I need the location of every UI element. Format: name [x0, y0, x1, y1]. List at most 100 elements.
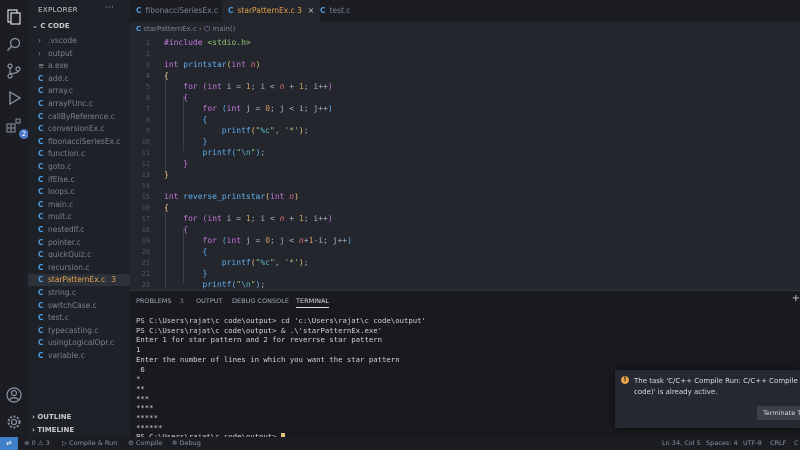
terminal-line-text: Enter 1 for star pattern and 2 for rever… [136, 335, 383, 345]
code-line[interactable]: int reverse_printstar(int n) [164, 192, 299, 201]
tree-item[interactable]: CusingLogicalOpr.c [28, 337, 130, 349]
terminate-task-button[interactable]: Terminate Ta [757, 406, 800, 420]
tree-item[interactable]: CnestedIf.c [28, 224, 130, 236]
code-line[interactable]: } [164, 159, 188, 168]
code-line[interactable]: { [164, 203, 169, 212]
cursor-position[interactable]: Ln 34, Col 5 [662, 437, 701, 450]
line-number: 15 [141, 193, 150, 201]
code-line[interactable]: for (int j = 0; j < n+1-i; j++) [164, 236, 352, 245]
tree-item[interactable]: Ctest.c [28, 312, 130, 324]
account-icon[interactable] [5, 386, 23, 404]
code-line[interactable]: int printstar(int n) [164, 60, 260, 69]
tab-terminal[interactable]: TERMINAL [296, 297, 330, 308]
tree-item[interactable]: Cloops.c [28, 186, 130, 198]
c-file-icon: C [38, 199, 44, 209]
tab-problems[interactable]: PROBLEMS 3 [136, 297, 184, 305]
notification-message-line2: code)' is already active. [634, 388, 718, 396]
tree-item[interactable]: CquickQuiz.c [28, 249, 130, 261]
tree-item[interactable]: › output [28, 48, 130, 60]
bug-icon: ✲ [172, 439, 180, 447]
code-line[interactable]: printf("\n"); [164, 280, 266, 289]
settings-gear-icon[interactable] [5, 413, 23, 431]
remote-icon[interactable]: ⇄ [0, 437, 18, 450]
debug-button[interactable]: ✲ Debug [172, 437, 201, 450]
eol-setting[interactable]: CRLF [770, 437, 786, 450]
tab-fibonacci[interactable]: CfibonacciSeriesEx.c [130, 0, 226, 22]
line-number: 23 [141, 281, 150, 289]
compile-run-button[interactable]: ▷ Compile & Run [62, 437, 117, 450]
compile-button[interactable]: ⚙ Compile [128, 437, 163, 450]
tab-test[interactable]: Ctest.c [314, 0, 370, 22]
tree-item[interactable]: › .vscode [28, 35, 130, 47]
c-file-icon: C [38, 288, 44, 297]
tab-starpattern[interactable]: CstarPatternEx.c 3 × [222, 0, 320, 22]
language-mode[interactable]: C [794, 437, 799, 450]
tree-item[interactable]: Crecursion.c [28, 262, 130, 274]
tree-item-label: array.c [48, 86, 74, 96]
tree-item-label: main.c [48, 199, 74, 209]
breadcrumb-symbol[interactable]: main() [212, 25, 235, 33]
indent-setting[interactable]: Spaces: 4 [706, 437, 738, 450]
code-line[interactable]: for (int j = 0; j < i; j++) [164, 104, 333, 113]
tree-item[interactable]: CswitchCase.c [28, 300, 130, 312]
tree-item[interactable]: CstarPatternEx.c 3 [28, 274, 130, 287]
terminal-line-text: ** [136, 383, 145, 393]
tree-item[interactable]: Cfunction.c [28, 148, 130, 160]
tree-item[interactable]: CifElse.c [28, 174, 130, 186]
tab-output[interactable]: OUTPUT [196, 297, 223, 305]
tree-item[interactable]: CconversionEx.c [28, 123, 130, 135]
tree-item[interactable]: Cstring.c [28, 287, 130, 299]
tree-item[interactable]: CarrayFUnc.c [28, 98, 130, 110]
tree-item[interactable]: CcallByReference.c [28, 111, 130, 123]
problems-status[interactable]: ⊗ 0 ⚠ 3 [24, 437, 50, 450]
search-icon[interactable] [5, 36, 23, 54]
code-line[interactable]: { [164, 71, 169, 80]
code-line[interactable]: #include <stdio.h> [164, 38, 251, 47]
line-number: 12 [141, 160, 150, 168]
tree-item[interactable]: Cadd.c [28, 73, 130, 85]
line-number: 6 [145, 94, 150, 102]
tree-item[interactable]: Carray.c [28, 85, 130, 97]
tree-item[interactable]: CfibonacciSeriesEx.c [28, 136, 130, 148]
tree-item[interactable]: Cpointer.c [28, 237, 130, 249]
tree-item[interactable]: Cmain.c [28, 199, 130, 211]
tree-item[interactable]: Cvariable.c [28, 350, 130, 362]
more-actions-icon[interactable]: ··· [105, 3, 114, 13]
line-number: 8 [145, 116, 150, 124]
code-line[interactable]: for (int i = 1; i < n + 1; i++) [164, 214, 332, 223]
tree-item[interactable]: ≡ a.exe [28, 60, 130, 72]
explorer-icon[interactable] [5, 8, 23, 26]
code-line[interactable]: } [164, 170, 169, 179]
code-line[interactable]: { [164, 115, 208, 124]
code-line[interactable]: { [164, 93, 188, 102]
source-control-icon[interactable] [5, 62, 23, 80]
code-line[interactable]: printf("%c", '*'); [164, 126, 309, 135]
code-line[interactable]: } [164, 269, 208, 278]
tree-item[interactable]: Cmult.c [28, 211, 130, 223]
code-line[interactable]: } [164, 137, 208, 146]
new-terminal-icon[interactable]: + [792, 293, 800, 304]
tree-item-label: usingLogicalOpr.c [48, 338, 115, 348]
tree-item[interactable]: Cgoto.c [28, 161, 130, 173]
tree-item-label: quickQuiz.c [48, 250, 92, 260]
tree-item[interactable]: Ctypecasting.c [28, 325, 130, 337]
code-editor[interactable]: 1 #include <stdio.h> 2 3 int printstar(int n… [130, 36, 800, 290]
code-line[interactable]: for (int i = 1; i < n + 1; i++) [164, 82, 332, 91]
line-number: 22 [141, 270, 150, 278]
code-line[interactable]: { [164, 247, 208, 256]
run-debug-icon[interactable] [5, 89, 23, 107]
code-line[interactable]: { [164, 225, 188, 234]
tree-item-label: loops.c [48, 187, 75, 197]
encoding-setting[interactable]: UTF-8 [743, 437, 762, 450]
outline-section[interactable]: › OUTLINE [32, 413, 71, 421]
status-bar: ⇄ ⊗ 0 ⚠ 3 ▷ Compile & Run ⚙ Compile ✲ De… [0, 437, 800, 450]
tab-debug-console[interactable]: DEBUG CONSOLE [232, 297, 289, 305]
line-number: 20 [141, 248, 150, 256]
extensions-icon[interactable]: 2 [5, 117, 29, 139]
workspace-folder[interactable]: ⌄ C CODE [32, 22, 70, 30]
code-line[interactable]: printf("\n"); [164, 148, 266, 157]
gear-icon: ⚙ [128, 439, 136, 447]
breadcrumb-file[interactable]: starPatternEx.c [143, 25, 196, 33]
timeline-section[interactable]: › TIMELINE [32, 426, 74, 434]
code-line[interactable]: printf("%c", '*'); [164, 258, 309, 267]
